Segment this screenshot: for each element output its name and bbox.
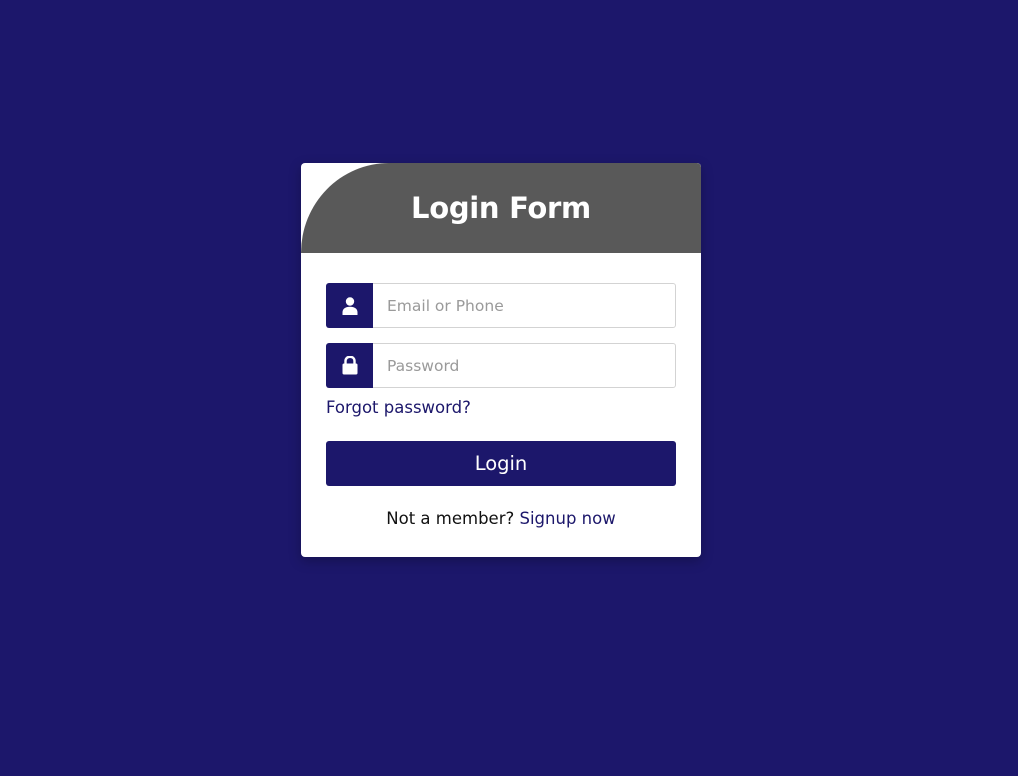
- email-field-group: [326, 283, 676, 328]
- lock-icon: [326, 343, 373, 388]
- password-field[interactable]: [373, 343, 676, 388]
- form-title: Login Form: [411, 191, 591, 225]
- signup-row: Not a member? Signup now: [301, 509, 701, 528]
- card-header: Login Form: [301, 163, 701, 253]
- forgot-password-link[interactable]: Forgot password?: [326, 398, 471, 417]
- email-field[interactable]: [373, 283, 676, 328]
- signup-prompt: Not a member?: [386, 509, 520, 528]
- password-field-group: [326, 343, 676, 388]
- user-icon: [326, 283, 373, 328]
- login-button[interactable]: Login: [326, 441, 676, 486]
- login-card: Login Form Forgot password? Login Not a …: [301, 163, 701, 557]
- signup-link[interactable]: Signup now: [520, 509, 616, 528]
